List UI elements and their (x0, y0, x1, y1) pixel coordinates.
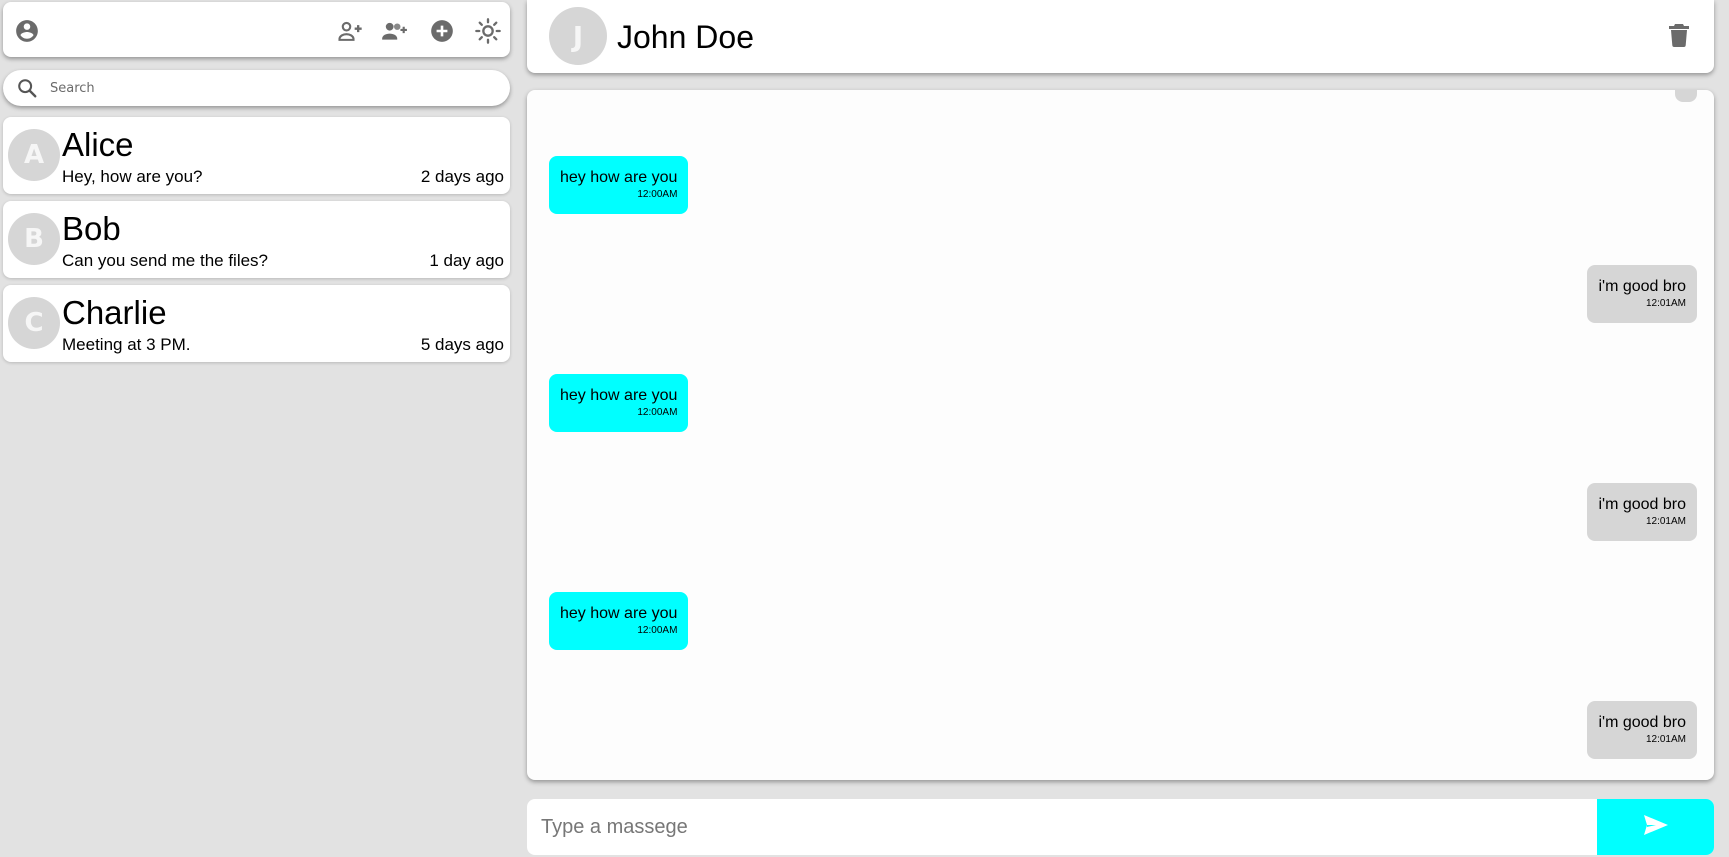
chat-list-item-charlie[interactable]: C Charlie Meeting at 3 PM. 5 days ago (3, 285, 510, 362)
received-message: i'm good bro 12:01AM (1587, 483, 1697, 541)
contact-name: Bob (62, 210, 121, 247)
message-time: 12:00AM (637, 407, 678, 418)
last-message-preview: Can you send me the files? (62, 251, 269, 270)
message-time: 12:01AM (1645, 298, 1686, 309)
last-message-time: 2 days ago (420, 167, 504, 186)
received-message: i'm good bro 12:01AM (1587, 701, 1697, 759)
send-button[interactable] (1597, 799, 1714, 855)
last-message-preview: Hey, how are you? (62, 167, 203, 186)
search-input[interactable] (50, 76, 490, 100)
received-message-partial (1675, 90, 1697, 102)
last-message-time: 1 day ago (429, 251, 504, 270)
message-composer (527, 799, 1714, 855)
chat-list-item-alice[interactable]: A Alice Hey, how are you? 2 days ago (3, 117, 510, 194)
avatar: C (8, 297, 60, 349)
sidebar: A Alice Hey, how are you? 2 days ago B B… (0, 0, 515, 857)
sent-message: hey how are you 12:00AM (549, 592, 689, 650)
message-text: i'm good bro (1598, 714, 1686, 731)
contact-name: Charlie (62, 294, 167, 331)
avatar: B (8, 213, 60, 265)
message-time: 12:01AM (1645, 734, 1686, 745)
message-time: 12:00AM (637, 625, 678, 636)
send-icon (1643, 814, 1669, 841)
message-text: hey how are you (560, 169, 678, 186)
sidebar-toolbar (3, 2, 510, 57)
avatar: J (549, 7, 607, 65)
message-text: i'm good bro (1598, 278, 1686, 295)
message-list[interactable]: hey how are you 12:00AM i'm good bro 12:… (527, 90, 1714, 780)
chat-title: John Doe (617, 19, 754, 55)
account-circle-icon[interactable] (13, 17, 41, 45)
last-message-time: 5 days ago (420, 335, 504, 354)
chat-header: J John Doe (527, 0, 1714, 73)
avatar: A (8, 129, 60, 181)
contact-name: Alice (62, 126, 134, 163)
sent-message: hey how are you 12:00AM (549, 156, 689, 214)
search-bar (3, 70, 510, 106)
message-text: hey how are you (560, 387, 678, 404)
group-add-icon[interactable] (380, 17, 408, 45)
search-icon (16, 77, 38, 99)
add-circle-icon[interactable] (428, 17, 456, 45)
last-message-preview: Meeting at 3 PM. (62, 335, 191, 354)
message-time: 12:01AM (1645, 516, 1686, 527)
message-input[interactable] (541, 813, 1581, 841)
person-add-icon[interactable] (336, 17, 364, 45)
sun-icon[interactable] (474, 17, 502, 45)
message-text: hey how are you (560, 605, 678, 622)
trash-icon[interactable] (1666, 22, 1692, 48)
received-message: i'm good bro 12:01AM (1587, 265, 1697, 323)
message-text: i'm good bro (1598, 496, 1686, 513)
chat-list-item-bob[interactable]: B Bob Can you send me the files? 1 day a… (3, 201, 510, 278)
message-time: 12:00AM (637, 189, 678, 200)
sent-message: hey how are you 12:00AM (549, 374, 689, 432)
